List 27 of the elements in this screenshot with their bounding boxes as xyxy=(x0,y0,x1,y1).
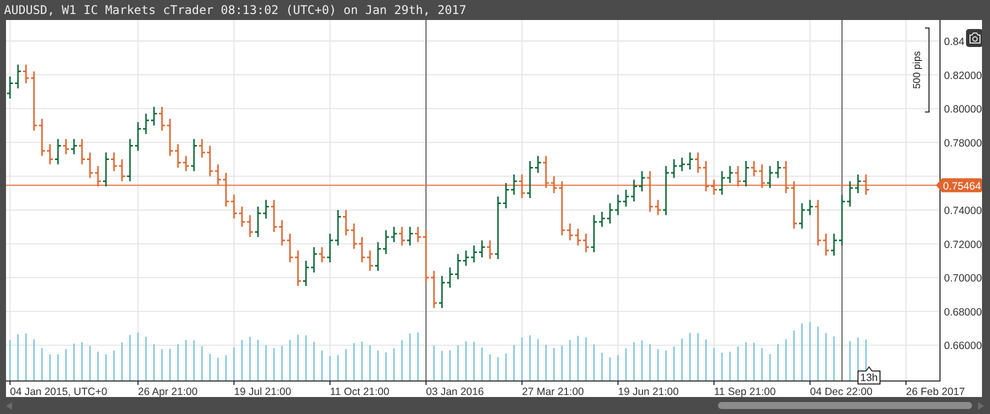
time-axis-label: 19 Jul 21:00 xyxy=(234,386,292,397)
range-label: 500 pips xyxy=(912,51,923,89)
price-axis-label: 0.74000 xyxy=(944,205,982,217)
price-axis-label: 0.80000 xyxy=(944,104,982,116)
price-axis-label: 0.82000 xyxy=(944,70,982,82)
price-axis-label: 0.78000 xyxy=(944,137,982,150)
time-axis-label: 04 Jan 2015, UTC+0 xyxy=(10,386,108,397)
scroll-right-icon[interactable] xyxy=(978,402,984,410)
time-axis-label: 11 Sep 21:00 xyxy=(714,386,776,397)
price-axis-label: 0.68000 xyxy=(944,306,982,318)
time-axis-label: 27 Mar 21:00 xyxy=(522,386,584,397)
scroll-left-icon[interactable] xyxy=(6,402,12,410)
price-axis-label: 0.66000 xyxy=(944,340,982,352)
window-title: AUDUSD, W1 IC Markets cTrader 08:13:02 (UTC+0) on Jan 29th, 2017 xyxy=(4,2,466,19)
time-axis-label: 04 Dec 22:00 xyxy=(810,386,872,397)
time-axis-label: 26 Apr 21:00 xyxy=(138,386,198,397)
time-axis-label: 26 Feb 2017 xyxy=(906,386,965,397)
time-axis-label: 19 Jun 21:00 xyxy=(618,386,679,397)
price-axis-label: 0.84 xyxy=(944,36,964,48)
cursor-time-label: 13h xyxy=(858,366,880,384)
price-axis-label: 0.70000 xyxy=(944,272,982,285)
camera-icon[interactable] xyxy=(966,29,982,47)
price-axis-label: 0.72000 xyxy=(944,238,982,251)
time-axis-label: 11 Oct 21:00 xyxy=(330,386,390,397)
scrollbar-thumb[interactable] xyxy=(718,402,972,409)
current-price-badge: 0.75464 xyxy=(936,178,982,192)
time-axis-label: 03 Jan 2016 xyxy=(426,386,484,397)
